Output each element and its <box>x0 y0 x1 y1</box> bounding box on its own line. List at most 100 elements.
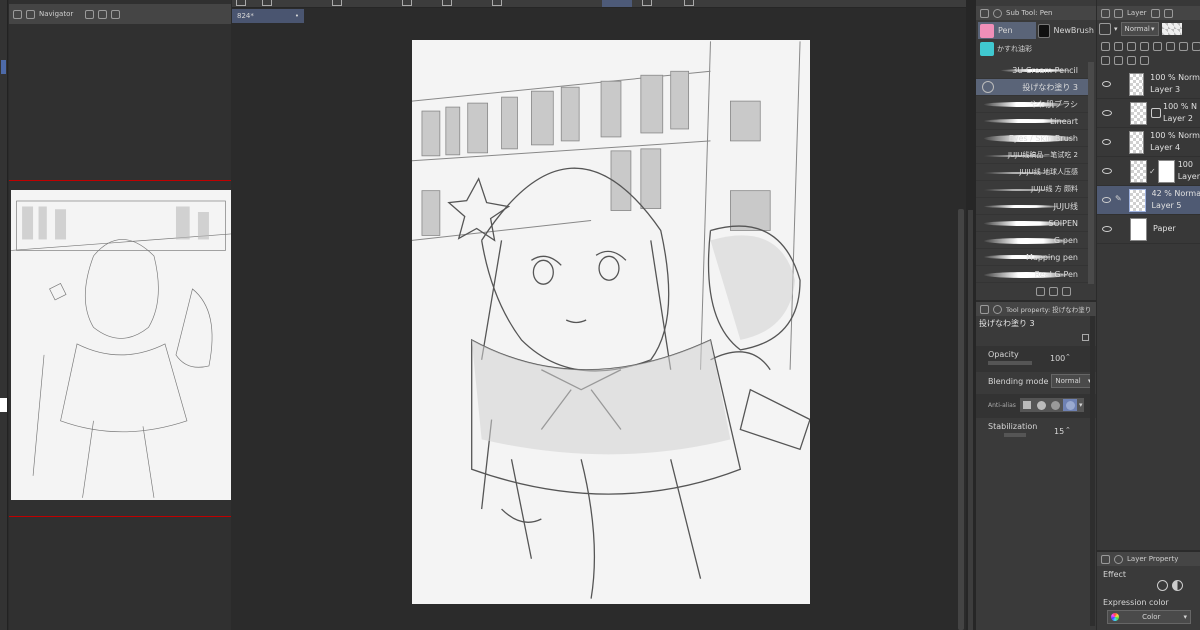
antialias-strong[interactable] <box>1063 399 1077 411</box>
close-icon[interactable]: • <box>295 12 299 20</box>
canvas-scrollbar[interactable] <box>958 209 964 630</box>
subtool-list-scrollbar[interactable] <box>1088 62 1094 284</box>
trash-icon[interactable] <box>1062 287 1071 296</box>
brush-item[interactable]: JUJU线稿品－笔试吃 2 <box>976 147 1088 164</box>
layer-option-icon[interactable] <box>1127 56 1136 65</box>
navigator-preview[interactable] <box>11 190 231 500</box>
eye-icon[interactable] <box>1102 81 1112 87</box>
layer-option-icon[interactable] <box>1114 56 1123 65</box>
opacity-spinner-icon[interactable]: ⌃ <box>1065 353 1071 361</box>
panel-menu-icon[interactable] <box>980 304 989 314</box>
border-effect-icon[interactable] <box>1157 580 1168 591</box>
tab-icon[interactable] <box>85 9 95 19</box>
layer-option-icon[interactable] <box>1179 42 1188 51</box>
subtool-group-pen[interactable]: Pen <box>978 22 1036 39</box>
subtool-group-newbrush[interactable]: NewBrush <box>1036 22 1094 39</box>
expression-select[interactable]: Color ▾ <box>1107 610 1191 624</box>
toolbar-icon[interactable] <box>442 0 452 6</box>
subtool-title: Sub Tool: Pen <box>1006 9 1053 17</box>
eye-icon[interactable] <box>1102 110 1112 116</box>
opacity-value[interactable]: 100 <box>1050 354 1065 363</box>
tool-icon[interactable] <box>1 60 6 74</box>
brush-item[interactable]: 3U Cream Pencil <box>976 62 1088 79</box>
panel-menu-icon[interactable] <box>13 9 22 19</box>
antialias-weak[interactable] <box>1035 399 1047 411</box>
toolbar-icon[interactable] <box>236 0 246 6</box>
toolbar-icon[interactable] <box>684 0 694 6</box>
left-tool-strip <box>0 0 8 630</box>
layer-option-icon[interactable] <box>1153 42 1162 51</box>
toolbar-icon[interactable] <box>602 0 632 7</box>
layer-name: Paper <box>1153 224 1176 233</box>
eye-icon[interactable] <box>1102 139 1112 145</box>
transparency-swatch[interactable] <box>1161 23 1182 35</box>
add-subtool-icon[interactable] <box>1036 287 1045 296</box>
tab-icon[interactable] <box>111 9 121 19</box>
brush-item[interactable]: Real G-Pen <box>976 266 1088 283</box>
layer-row[interactable]: 100 % Normal Layer 3 <box>1097 70 1200 99</box>
color-swatch[interactable] <box>0 398 7 412</box>
brush-item[interactable]: SOIPEN <box>976 215 1088 232</box>
eye-icon[interactable] <box>1102 168 1112 174</box>
brush-item[interactable]: JUJU线 地球人压感 <box>976 164 1088 181</box>
layer-option-icon[interactable] <box>1114 42 1123 51</box>
canvas-tab[interactable]: 824* • <box>232 9 304 23</box>
dock-scrollbar[interactable] <box>968 210 973 630</box>
panel-menu-icon[interactable] <box>1101 554 1110 564</box>
stabilization-value[interactable]: 15 <box>1054 427 1064 436</box>
antialias-medium[interactable] <box>1049 399 1061 411</box>
chevron-down-icon[interactable]: ▾ <box>1079 401 1083 409</box>
duplicate-subtool-icon[interactable] <box>1049 287 1058 296</box>
tab-icon[interactable] <box>1163 8 1173 18</box>
layer-option-icon[interactable] <box>1101 42 1110 51</box>
stabilization-slider[interactable] <box>1004 433 1026 437</box>
brush-item[interactable]: G-pen <box>976 232 1088 249</box>
antialias-none[interactable] <box>1021 399 1033 411</box>
blending-select[interactable]: Normal ▾ <box>1051 374 1096 388</box>
brush-item[interactable]: Eyes / Skin Brush <box>976 130 1088 147</box>
layer-option-icon[interactable] <box>1140 42 1149 51</box>
brush-item[interactable]: JUJU线 <box>976 198 1088 215</box>
tab-icon[interactable] <box>98 9 108 19</box>
brush-item[interactable]: JUJU线 方 颇料 <box>976 181 1088 198</box>
chevron-down-icon[interactable]: ▾ <box>1114 25 1118 33</box>
layer-row[interactable]: Paper <box>1097 215 1200 244</box>
stabilization-spinner-icon[interactable]: ⌃ <box>1065 426 1071 434</box>
toolbar-icon[interactable] <box>642 0 652 6</box>
layer-blend-value: Normal <box>1124 25 1150 33</box>
drawing-canvas[interactable] <box>412 40 810 604</box>
subtool-group-kasure[interactable]: かすれ油彩 <box>978 40 1036 57</box>
layer-option-icon[interactable] <box>1192 42 1200 51</box>
tone-effect-icon[interactable] <box>1172 580 1183 591</box>
brush-item[interactable]: Lineart <box>976 113 1088 130</box>
layer-row[interactable]: ✎ 42 % Normal Layer 5 <box>1097 186 1200 215</box>
tab-icon[interactable] <box>1150 8 1160 18</box>
right-column-divider <box>966 0 976 630</box>
settings-icon[interactable] <box>1082 334 1089 341</box>
toolbar-icon[interactable] <box>492 0 502 6</box>
eye-icon[interactable] <box>1102 197 1112 203</box>
layer-option-icon[interactable] <box>1101 56 1110 65</box>
layer-blend-select[interactable]: Normal ▾ <box>1120 22 1159 36</box>
layer-color-icon[interactable] <box>1099 23 1111 35</box>
lock-icon[interactable] <box>1127 42 1136 51</box>
opacity-slider[interactable] <box>988 361 1032 365</box>
toolbar-icon[interactable] <box>332 0 342 6</box>
panel-menu-icon[interactable] <box>980 8 989 18</box>
panel-menu-icon[interactable] <box>1101 8 1110 18</box>
eye-icon[interactable] <box>1102 226 1112 232</box>
layer-option-icon[interactable] <box>1140 56 1149 65</box>
brush-item[interactable]: 投げなわ塗り 3 <box>976 79 1088 96</box>
layer-list: 100 % Normal Layer 3 100 % N Layer 2 100… <box>1097 70 1200 244</box>
layer-option-icon[interactable] <box>1166 42 1175 51</box>
toolbar-icon[interactable] <box>402 0 412 6</box>
toolprop-scrollbar[interactable] <box>1090 316 1095 626</box>
layer-row[interactable]: 100 % Normal Layer 4 <box>1097 128 1200 157</box>
brush-item[interactable]: Mapping pen <box>976 249 1088 266</box>
toolbar-icon[interactable] <box>262 0 272 6</box>
brush-item[interactable]: やわ肌ブラシ <box>976 96 1088 113</box>
layer-row[interactable]: 100 % N Layer 2 <box>1097 99 1200 128</box>
layer-row[interactable]: ✓ 100 Layer <box>1097 157 1200 186</box>
layer-thumbnail <box>1129 130 1145 154</box>
layer-thumbnail <box>1129 72 1145 96</box>
